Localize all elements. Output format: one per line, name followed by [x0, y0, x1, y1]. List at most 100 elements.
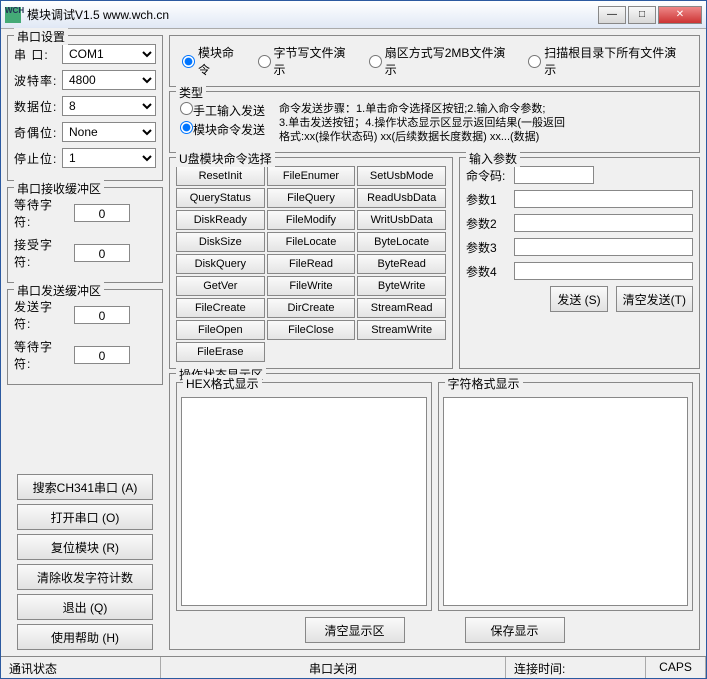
recv-chars-label: 接受字符:	[14, 236, 70, 270]
cmd-filelocate[interactable]: FileLocate	[267, 232, 356, 252]
baud-label: 波特率:	[14, 72, 58, 89]
group-title: 串口发送缓冲区	[14, 282, 104, 299]
help-button[interactable]: 使用帮助 (H)	[17, 624, 153, 650]
char-title: 字符格式显示	[445, 375, 523, 392]
clear-send-button[interactable]: 清空发送(T)	[616, 286, 693, 312]
app-window: WCH 模块调试V1.5 www.wch.cn — □ ✕ 串口设置 串 口:C…	[0, 0, 707, 679]
cmd-resetinit[interactable]: ResetInit	[176, 166, 265, 186]
cmd-readusbdata[interactable]: ReadUsbData	[357, 188, 446, 208]
param3-input[interactable]	[514, 238, 693, 256]
cmd-fileread[interactable]: FileRead	[267, 254, 356, 274]
mode-sector-write[interactable]: 扇区方式写2MB文件演示	[369, 44, 517, 78]
cmd-fileerase[interactable]: FileErase	[176, 342, 265, 362]
minimize-button[interactable]: —	[598, 6, 626, 24]
param2-label: 参数2	[466, 215, 508, 232]
cmd-code-label: 命令码:	[466, 167, 508, 184]
stopbits-label: 停止位:	[14, 150, 58, 167]
param3-label: 参数3	[466, 239, 508, 256]
cmd-fileenumer[interactable]: FileEnumer	[267, 166, 356, 186]
titlebar: WCH 模块调试V1.5 www.wch.cn — □ ✕	[1, 1, 706, 29]
mode-byte-write[interactable]: 字节写文件演示	[258, 44, 357, 78]
status-display-group: 操作状态显示区 HEX格式显示 字符格式显示 清空显示区 保存显示	[169, 373, 700, 650]
caps-indicator: CAPS	[646, 657, 706, 678]
param1-input[interactable]	[514, 190, 693, 208]
cmd-querystatus[interactable]: QueryStatus	[176, 188, 265, 208]
cmd-bytelocate[interactable]: ByteLocate	[357, 232, 446, 252]
cmd-dircreate[interactable]: DirCreate	[267, 298, 356, 318]
cmd-streamread[interactable]: StreamRead	[357, 298, 446, 318]
recv-chars-count: 0	[74, 244, 130, 262]
param2-input[interactable]	[514, 214, 693, 232]
maximize-button[interactable]: □	[628, 6, 656, 24]
group-title: 串口设置	[14, 28, 68, 45]
cmd-fileopen[interactable]: FileOpen	[176, 320, 265, 340]
type-module-cmd[interactable]: 模块命令发送	[180, 121, 265, 138]
port-label: 串 口:	[14, 46, 58, 63]
cmd-filecreate[interactable]: FileCreate	[176, 298, 265, 318]
wait-chars-label: 等待字符:	[14, 338, 70, 372]
save-display-button[interactable]: 保存显示	[465, 617, 565, 643]
cmd-select-group: U盘模块命令选择 ResetInitFileEnumerSetUsbModeQu…	[169, 157, 453, 369]
cmd-fileclose[interactable]: FileClose	[267, 320, 356, 340]
group-title: 串口接收缓冲区	[14, 180, 104, 197]
baud-select[interactable]: 4800	[62, 70, 156, 90]
send-button[interactable]: 发送 (S)	[550, 286, 607, 312]
mode-radios: 模块命令 字节写文件演示 扇区方式写2MB文件演示 扫描根目录下所有文件演示	[176, 40, 693, 82]
char-display-area[interactable]	[443, 397, 689, 606]
cmd-setusbmode[interactable]: SetUsbMode	[357, 166, 446, 186]
cmd-filequery[interactable]: FileQuery	[267, 188, 356, 208]
hex-title: HEX格式显示	[183, 375, 262, 392]
cmd-getver[interactable]: GetVer	[176, 276, 265, 296]
close-button[interactable]: ✕	[658, 6, 702, 24]
open-serial-button[interactable]: 打开串口 (O)	[17, 504, 153, 530]
cmd-filemodify[interactable]: FileModify	[267, 210, 356, 230]
clear-display-button[interactable]: 清空显示区	[305, 617, 405, 643]
cmd-byteread[interactable]: ByteRead	[357, 254, 446, 274]
window-title: 模块调试V1.5 www.wch.cn	[27, 6, 598, 23]
cmd-filewrite[interactable]: FileWrite	[267, 276, 356, 296]
conn-time: 连接时间:	[506, 657, 646, 678]
type-manual-input[interactable]: 手工输入发送	[180, 102, 265, 119]
window-body: 串口设置 串 口:COM1 波特率:4800 数据位:8 奇偶位:None 停止…	[1, 29, 706, 656]
app-icon: WCH	[5, 7, 21, 23]
group-title: U盘模块命令选择	[176, 150, 275, 167]
statusbar: 通讯状态 串口关闭 连接时间: CAPS	[1, 656, 706, 678]
recv-buffer-group: 串口接收缓冲区 等待字符:0 接受字符:0	[7, 187, 163, 283]
send-chars-label: 发送字符:	[14, 298, 70, 332]
param4-input[interactable]	[514, 262, 693, 280]
cmd-disksize[interactable]: DiskSize	[176, 232, 265, 252]
reset-module-button[interactable]: 复位模块 (R)	[17, 534, 153, 560]
databits-label: 数据位:	[14, 98, 58, 115]
exit-button[interactable]: 退出 (Q)	[17, 594, 153, 620]
wait-chars-count: 0	[74, 346, 130, 364]
serial-settings-group: 串口设置 串 口:COM1 波特率:4800 数据位:8 奇偶位:None 停止…	[7, 35, 163, 181]
param-group: 输入参数 命令码: 参数1 参数2 参数3 参数4 发送 (S) 清空发送(T)	[459, 157, 700, 369]
stopbits-select[interactable]: 1	[62, 148, 156, 168]
cmd-streamwrite[interactable]: StreamWrite	[357, 320, 446, 340]
port-select[interactable]: COM1	[62, 44, 156, 64]
parity-label: 奇偶位:	[14, 124, 58, 141]
group-title: 输入参数	[466, 150, 520, 167]
cmd-code-input[interactable]	[514, 166, 594, 184]
databits-select[interactable]: 8	[62, 96, 156, 116]
search-serial-button[interactable]: 搜索CH341串口 (A)	[17, 474, 153, 500]
left-buttons: 搜索CH341串口 (A) 打开串口 (O) 复位模块 (R) 清除收发字符计数…	[7, 474, 163, 650]
param4-label: 参数4	[466, 263, 508, 280]
cmd-diskquery[interactable]: DiskQuery	[176, 254, 265, 274]
type-help-text: 命令发送步骤：1.单击命令选择区按钮;2.输入命令参数; 3.单击发送按钮；4.…	[277, 100, 693, 146]
cmd-diskready[interactable]: DiskReady	[176, 210, 265, 230]
left-panel: 串口设置 串 口:COM1 波特率:4800 数据位:8 奇偶位:None 停止…	[7, 35, 163, 650]
mode-scan-root[interactable]: 扫描根目录下所有文件演示	[528, 44, 687, 78]
cmd-bytewrite[interactable]: ByteWrite	[357, 276, 446, 296]
send-buffer-group: 串口发送缓冲区 发送字符:0 等待字符:0	[7, 289, 163, 385]
wait-chars-count: 0	[74, 204, 130, 222]
hex-display-area[interactable]	[181, 397, 427, 606]
char-display-col: 字符格式显示	[438, 382, 694, 611]
cmd-writusbdata[interactable]: WritUsbData	[357, 210, 446, 230]
clear-count-button[interactable]: 清除收发字符计数	[17, 564, 153, 590]
window-controls: — □ ✕	[598, 6, 702, 24]
serial-status: 串口关闭	[161, 657, 506, 678]
mode-module-cmd[interactable]: 模块命令	[182, 44, 246, 78]
parity-select[interactable]: None	[62, 122, 156, 142]
mid-section: U盘模块命令选择 ResetInitFileEnumerSetUsbModeQu…	[169, 157, 700, 369]
